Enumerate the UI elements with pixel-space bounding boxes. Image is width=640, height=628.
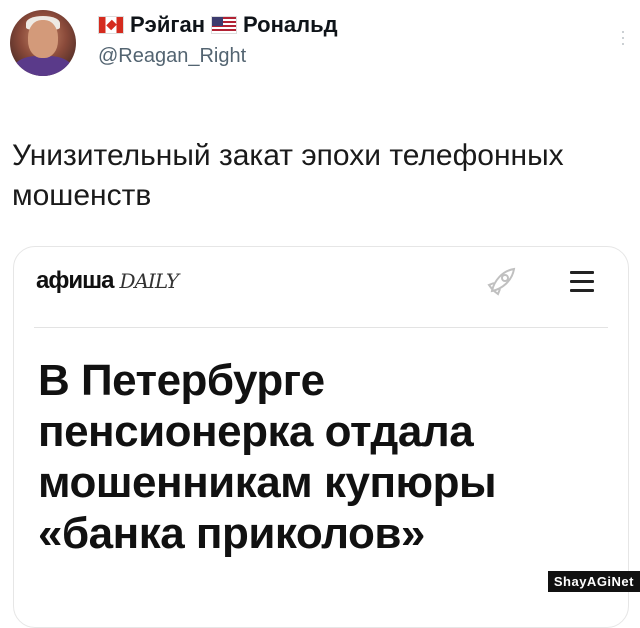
logo-sub-text: DAILY [119, 269, 179, 293]
display-name[interactable]: Рэйган Рональд [98, 12, 338, 38]
avatar[interactable] [10, 10, 76, 76]
more-options-icon[interactable]: · · · [620, 22, 626, 52]
logo-main-text: афиша [36, 267, 114, 294]
rocket-icon[interactable] [484, 263, 520, 299]
display-name-last: Рональд [243, 12, 338, 37]
tweet-text: Унизительный закат эпохи телефонных моше… [12, 139, 564, 212]
link-card[interactable]: афиша DAILY В Петербурге пенсионерка отд… [13, 246, 629, 628]
canada-flag-icon [98, 16, 124, 34]
display-name-first: Рэйган [130, 12, 206, 37]
hamburger-menu-icon[interactable] [570, 271, 594, 292]
user-handle[interactable]: @Reagan_Right [98, 44, 338, 68]
usa-flag-icon [211, 16, 238, 34]
tweet-header: Рэйган Рональд @Reagan_Right [98, 12, 338, 68]
divider [34, 327, 608, 328]
article-headline[interactable]: В Петербурге пенсионерка отдала мошенник… [38, 355, 608, 559]
afisha-logo: афиша DAILY [36, 267, 179, 295]
watermark: ShayAGiNet [547, 571, 640, 592]
